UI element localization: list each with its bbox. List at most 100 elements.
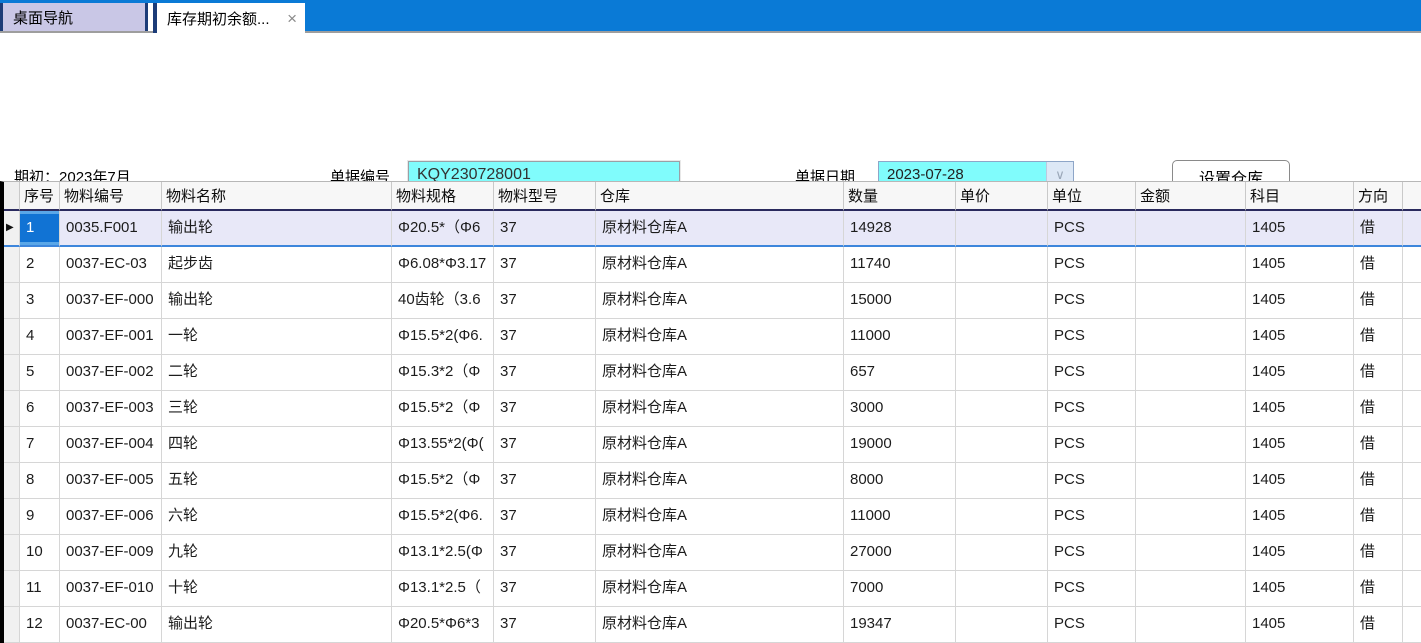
cell-code[interactable]: 0037-EF-005 (60, 463, 162, 499)
cell-seq[interactable]: 12 (20, 607, 60, 643)
cell-account[interactable]: 1405 (1246, 499, 1354, 535)
cell-model[interactable]: 37 (494, 319, 596, 355)
cell-spec[interactable]: Φ15.5*2（Φ (392, 463, 494, 499)
cell-direction[interactable]: 借 (1354, 535, 1403, 571)
cell-seq[interactable]: 1 (20, 211, 60, 247)
cell-name[interactable]: 输出轮 (162, 283, 392, 319)
cell-code[interactable]: 0037-EF-009 (60, 535, 162, 571)
cell-direction[interactable]: 借 (1354, 463, 1403, 499)
cell-seq[interactable]: 7 (20, 427, 60, 463)
cell-qty[interactable]: 11000 (844, 499, 956, 535)
cell-direction[interactable]: 借 (1354, 607, 1403, 643)
table-row[interactable]: 60037-EF-003三轮Φ15.5*2（Φ37原材料仓库A3000PCS14… (4, 391, 1421, 427)
cell-model[interactable]: 37 (494, 391, 596, 427)
cell-code[interactable]: 0037-EF-001 (60, 319, 162, 355)
cell-direction[interactable]: 借 (1354, 571, 1403, 607)
cell-code[interactable]: 0037-EF-010 (60, 571, 162, 607)
cell-price[interactable] (956, 571, 1048, 607)
cell-direction[interactable]: 借 (1354, 283, 1403, 319)
table-row[interactable]: 50037-EF-002二轮Φ15.3*2（Φ37原材料仓库A657PCS140… (4, 355, 1421, 391)
cell-amount[interactable] (1136, 355, 1246, 391)
column-header-qty[interactable]: 数量 (844, 182, 956, 211)
cell-unit[interactable]: PCS (1048, 283, 1136, 319)
cell-spec[interactable]: Φ15.5*2（Φ (392, 391, 494, 427)
cell-qty[interactable]: 11740 (844, 247, 956, 283)
column-header-model[interactable]: 物料型号 (494, 182, 596, 211)
table-row[interactable]: 20037-EC-03起步齿Φ6.08*Φ3.1737原材料仓库A11740PC… (4, 247, 1421, 283)
cell-model[interactable]: 37 (494, 499, 596, 535)
cell-name[interactable]: 三轮 (162, 391, 392, 427)
cell-seq[interactable]: 9 (20, 499, 60, 535)
cell-unit[interactable]: PCS (1048, 247, 1136, 283)
cell-unit[interactable]: PCS (1048, 463, 1136, 499)
cell-amount[interactable] (1136, 427, 1246, 463)
cell-direction[interactable]: 借 (1354, 319, 1403, 355)
cell-warehouse[interactable]: 原材料仓库A (596, 391, 844, 427)
table-row[interactable]: 100037-EF-009九轮Φ13.1*2.5(Φ37原材料仓库A27000P… (4, 535, 1421, 571)
cell-price[interactable] (956, 319, 1048, 355)
cell-qty[interactable]: 14928 (844, 211, 956, 247)
cell-seq[interactable]: 4 (20, 319, 60, 355)
cell-account[interactable]: 1405 (1246, 355, 1354, 391)
cell-account[interactable]: 1405 (1246, 319, 1354, 355)
cell-warehouse[interactable]: 原材料仓库A (596, 283, 844, 319)
cell-account[interactable]: 1405 (1246, 247, 1354, 283)
cell-price[interactable] (956, 607, 1048, 643)
cell-code[interactable]: 0037-EF-004 (60, 427, 162, 463)
table-row[interactable]: 80037-EF-005五轮Φ15.5*2（Φ37原材料仓库A8000PCS14… (4, 463, 1421, 499)
cell-warehouse[interactable]: 原材料仓库A (596, 355, 844, 391)
cell-qty[interactable]: 11000 (844, 319, 956, 355)
cell-amount[interactable] (1136, 463, 1246, 499)
table-row[interactable]: 120037-EC-00输出轮Φ20.5*Φ6*337原材料仓库A19347PC… (4, 607, 1421, 643)
cell-amount[interactable] (1136, 499, 1246, 535)
cell-account[interactable]: 1405 (1246, 535, 1354, 571)
cell-seq[interactable]: 8 (20, 463, 60, 499)
cell-unit[interactable]: PCS (1048, 571, 1136, 607)
column-header-code[interactable]: 物料编号 (60, 182, 162, 211)
cell-name[interactable]: 九轮 (162, 535, 392, 571)
table-row[interactable]: ▶10035.F001输出轮Φ20.5*（Φ637原材料仓库A14928PCS1… (4, 211, 1421, 247)
cell-qty[interactable]: 19000 (844, 427, 956, 463)
cell-amount[interactable] (1136, 391, 1246, 427)
cell-qty[interactable]: 7000 (844, 571, 956, 607)
cell-model[interactable]: 37 (494, 211, 596, 247)
cell-model[interactable]: 37 (494, 427, 596, 463)
cell-direction[interactable]: 借 (1354, 427, 1403, 463)
cell-qty[interactable]: 657 (844, 355, 956, 391)
cell-seq[interactable]: 6 (20, 391, 60, 427)
cell-direction[interactable]: 借 (1354, 499, 1403, 535)
cell-seq[interactable]: 2 (20, 247, 60, 283)
cell-qty[interactable]: 8000 (844, 463, 956, 499)
cell-price[interactable] (956, 355, 1048, 391)
cell-name[interactable]: 输出轮 (162, 607, 392, 643)
cell-qty[interactable]: 19347 (844, 607, 956, 643)
cell-unit[interactable]: PCS (1048, 355, 1136, 391)
tab-desktop-navigation[interactable]: 桌面导航 (0, 3, 148, 31)
cell-code[interactable]: 0035.F001 (60, 211, 162, 247)
cell-unit[interactable]: PCS (1048, 427, 1136, 463)
cell-code[interactable]: 0037-EF-000 (60, 283, 162, 319)
cell-code[interactable]: 0037-EF-006 (60, 499, 162, 535)
cell-spec[interactable]: Φ13.1*2.5（ (392, 571, 494, 607)
cell-unit[interactable]: PCS (1048, 391, 1136, 427)
cell-unit[interactable]: PCS (1048, 499, 1136, 535)
cell-account[interactable]: 1405 (1246, 607, 1354, 643)
cell-price[interactable] (956, 463, 1048, 499)
cell-unit[interactable]: PCS (1048, 535, 1136, 571)
cell-spec[interactable]: Φ15.5*2(Φ6. (392, 319, 494, 355)
cell-price[interactable] (956, 535, 1048, 571)
cell-warehouse[interactable]: 原材料仓库A (596, 247, 844, 283)
cell-name[interactable]: 二轮 (162, 355, 392, 391)
cell-warehouse[interactable]: 原材料仓库A (596, 607, 844, 643)
cell-model[interactable]: 37 (494, 535, 596, 571)
cell-code[interactable]: 0037-EF-003 (60, 391, 162, 427)
cell-warehouse[interactable]: 原材料仓库A (596, 571, 844, 607)
cell-seq[interactable]: 11 (20, 571, 60, 607)
table-row[interactable]: 70037-EF-004四轮Φ13.55*2(Φ(37原材料仓库A19000PC… (4, 427, 1421, 463)
cell-amount[interactable] (1136, 607, 1246, 643)
cell-price[interactable] (956, 283, 1048, 319)
cell-spec[interactable]: Φ15.3*2（Φ (392, 355, 494, 391)
cell-warehouse[interactable]: 原材料仓库A (596, 463, 844, 499)
cell-direction[interactable]: 借 (1354, 247, 1403, 283)
cell-name[interactable]: 四轮 (162, 427, 392, 463)
